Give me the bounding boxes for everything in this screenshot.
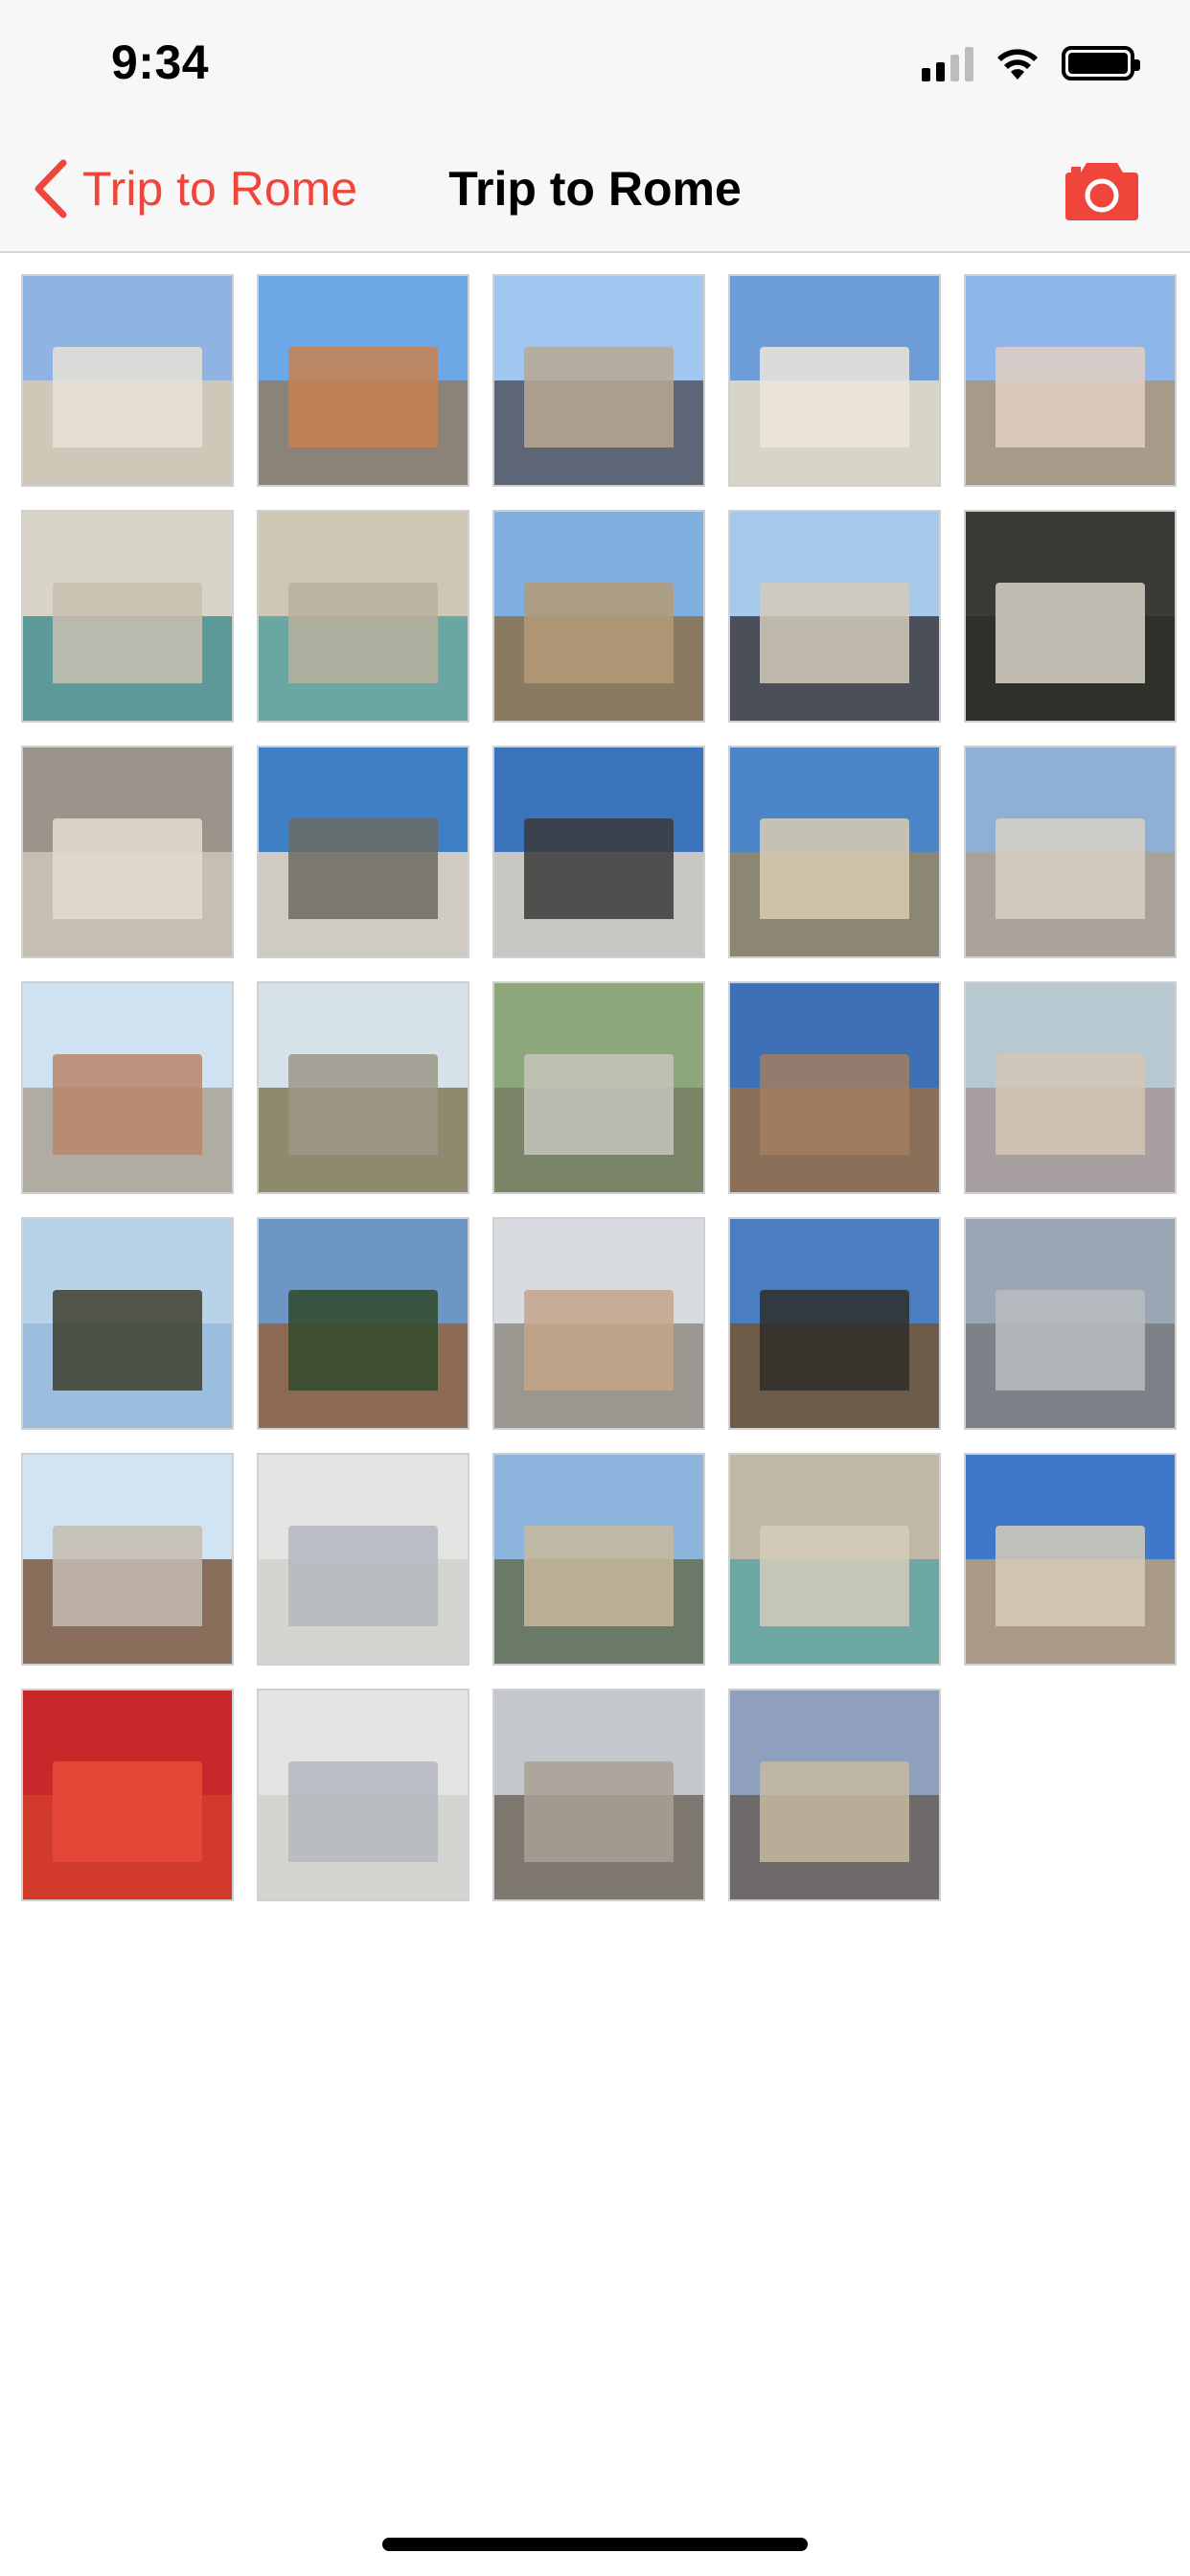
status-bar: 9:34 <box>0 0 1190 126</box>
thumbnail-subject <box>759 1761 910 1862</box>
photo-thumbnail[interactable] <box>492 981 705 1194</box>
thumbnail-subject <box>995 818 1146 919</box>
status-time: 9:34 <box>111 35 210 89</box>
photo-thumbnail[interactable] <box>728 1217 941 1430</box>
thumbnail-subject <box>759 583 910 683</box>
wifi-icon <box>997 49 1038 80</box>
photo-thumbnail[interactable] <box>257 981 469 1194</box>
photo-thumbnail[interactable] <box>257 510 469 723</box>
thumbnail-subject <box>759 1054 910 1155</box>
thumbnail-subject <box>523 347 675 448</box>
photo-thumbnail[interactable] <box>728 274 941 487</box>
photo-thumbnail[interactable] <box>21 981 234 1194</box>
page-title: Trip to Rome <box>448 162 742 216</box>
photo-thumbnail[interactable] <box>21 1217 234 1430</box>
photo-thumbnail[interactable] <box>964 510 1177 723</box>
thumbnail-subject <box>287 818 439 919</box>
thumbnail-subject <box>287 347 439 448</box>
photo-thumbnail[interactable] <box>492 1453 705 1666</box>
photo-thumbnail[interactable] <box>964 274 1177 487</box>
photo-thumbnail[interactable] <box>257 1453 469 1666</box>
photo-thumbnail[interactable] <box>257 1689 469 1901</box>
photo-thumbnail[interactable] <box>21 1453 234 1666</box>
thumbnail-subject <box>759 1290 910 1391</box>
photo-thumbnail[interactable] <box>492 746 705 958</box>
thumbnail-subject <box>52 1054 203 1155</box>
thumbnail-subject <box>523 1526 675 1626</box>
thumbnail-subject <box>523 583 675 683</box>
cellular-signal-icon <box>922 45 973 81</box>
thumbnail-subject <box>287 1054 439 1155</box>
photo-thumbnail[interactable] <box>492 1689 705 1901</box>
photo-thumbnail[interactable] <box>257 1217 469 1430</box>
photo-thumbnail[interactable] <box>964 1217 1177 1430</box>
photo-thumbnail[interactable] <box>728 1453 941 1666</box>
photo-thumbnail[interactable] <box>964 981 1177 1194</box>
photo-thumbnail[interactable] <box>964 746 1177 958</box>
thumbnail-subject <box>523 1054 675 1155</box>
thumbnail-subject <box>995 1290 1146 1391</box>
photo-thumbnail[interactable] <box>492 510 705 723</box>
thumbnail-subject <box>52 1761 203 1862</box>
home-indicator[interactable] <box>382 2538 808 2551</box>
photo-thumbnail[interactable] <box>21 1689 234 1901</box>
thumbnail-subject <box>52 583 203 683</box>
thumbnail-subject <box>52 818 203 919</box>
photo-thumbnail[interactable] <box>728 981 941 1194</box>
thumbnail-subject <box>52 347 203 448</box>
camera-icon <box>1065 163 1138 220</box>
camera-button[interactable] <box>1064 157 1140 222</box>
thumbnail-subject <box>995 1526 1146 1626</box>
thumbnail-subject <box>287 1290 439 1391</box>
thumbnail-subject <box>523 818 675 919</box>
thumbnail-subject <box>287 1761 439 1862</box>
thumbnail-subject <box>52 1290 203 1391</box>
photo-thumbnail[interactable] <box>21 274 234 487</box>
thumbnail-subject <box>759 1526 910 1626</box>
photo-thumbnail[interactable] <box>492 274 705 487</box>
photo-thumbnail[interactable] <box>492 1217 705 1430</box>
photo-thumbnail[interactable] <box>257 746 469 958</box>
thumbnail-subject <box>759 347 910 448</box>
thumbnail-subject <box>523 1290 675 1391</box>
battery-icon <box>1062 46 1140 80</box>
photo-thumbnail[interactable] <box>728 510 941 723</box>
thumbnail-subject <box>759 818 910 919</box>
thumbnail-subject <box>523 1761 675 1862</box>
thumbnail-subject <box>287 1526 439 1626</box>
thumbnail-subject <box>995 1054 1146 1155</box>
photo-thumbnail[interactable] <box>964 1453 1177 1666</box>
thumbnail-subject <box>995 347 1146 448</box>
photo-thumbnail[interactable] <box>21 746 234 958</box>
photo-thumbnail[interactable] <box>257 274 469 487</box>
photo-grid <box>21 274 1179 1901</box>
photo-thumbnail[interactable] <box>728 1689 941 1901</box>
photo-thumbnail[interactable] <box>21 510 234 723</box>
thumbnail-subject <box>287 583 439 683</box>
thumbnail-subject <box>995 583 1146 683</box>
thumbnail-subject <box>52 1526 203 1626</box>
status-icons <box>922 42 1140 84</box>
photo-thumbnail[interactable] <box>728 746 941 958</box>
navigation-bar: Trip to Rome Trip to Rome <box>0 126 1190 253</box>
